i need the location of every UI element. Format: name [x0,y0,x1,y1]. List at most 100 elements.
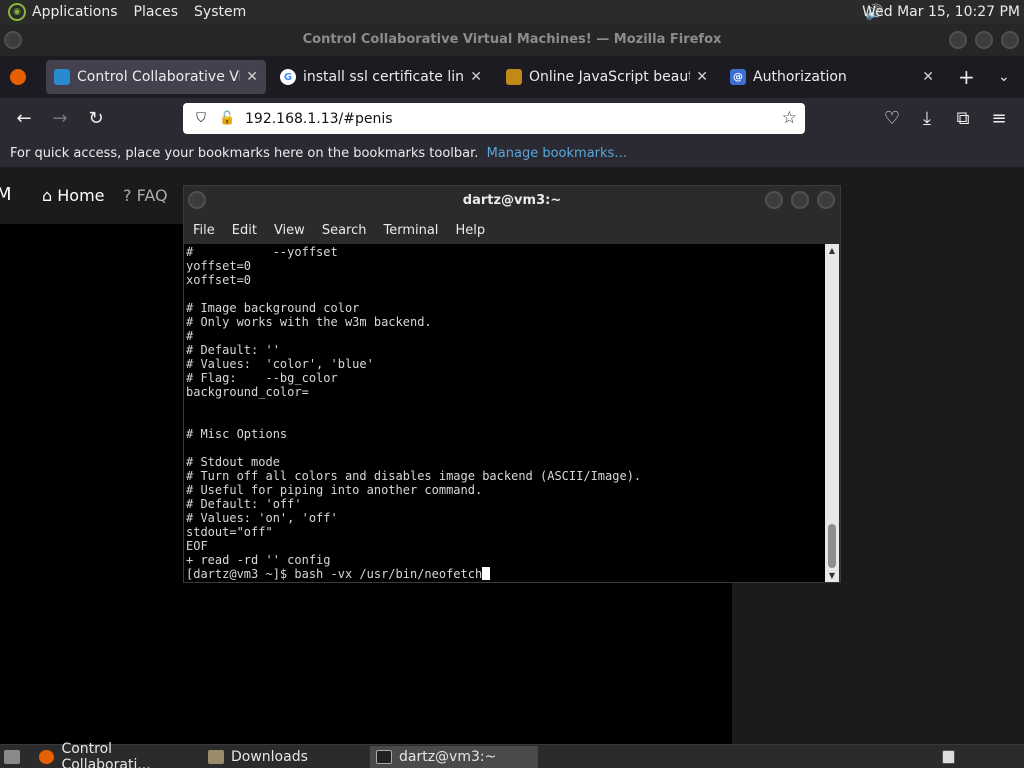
terminal-line: # [186,329,194,343]
taskbar-terminal[interactable]: dartz@vm3:~ [370,746,538,768]
tab-control-vm[interactable]: Control Collaborative Virtua ✕ [46,60,266,94]
terminal-titlebar[interactable]: dartz@vm3:~ [184,186,840,216]
terminal-line: # Values: 'on', 'off' [186,511,338,525]
menu-view[interactable]: View [274,223,305,238]
tab-authorization[interactable]: @ Authorization ✕ [722,60,942,94]
question-icon: ? [123,186,132,205]
terminal-maximize-button[interactable] [791,191,809,209]
tab-ssl-search[interactable]: G install ssl certificate linux - G ✕ [272,60,490,94]
close-tab-icon[interactable]: ✕ [470,69,482,85]
bookmark-star-icon[interactable]: ☆ [782,108,797,128]
menu-search[interactable]: Search [322,223,367,238]
workspace-switcher[interactable] [936,746,962,768]
terminal-line: # Useful for piping into another command… [186,483,483,497]
terminal-icon [376,750,392,764]
home-label: Home [57,186,105,205]
close-tab-icon[interactable]: ✕ [696,69,708,85]
terminal-line: # Image background color [186,301,360,315]
applications-menu[interactable]: Applications [32,4,118,20]
close-window-button[interactable] [1001,31,1019,49]
menu-file[interactable]: File [193,223,215,238]
workspace-icon [942,750,955,764]
scroll-down-arrow-icon[interactable]: ▼ [825,571,839,580]
insecure-lock-icon[interactable]: 🔓 [219,111,235,127]
terminal-line: # Default: 'off' [186,497,302,511]
taskbar-label: dartz@vm3:~ [399,749,497,765]
places-menu[interactable]: Places [134,4,179,20]
tab-bar: Control Collaborative Virtua ✕ G install… [0,56,1024,98]
shield-icon[interactable]: ⛉ [193,111,209,127]
terminal-line: # Misc Options [186,427,288,441]
taskbar-downloads[interactable]: Downloads [202,746,366,768]
terminal-prompt: [dartz@vm3 ~]$ bash -vx /usr/bin/neofetc… [186,567,483,581]
bottom-taskbar: Control Collaborati... Downloads dartz@v… [0,741,1024,768]
system-menu[interactable]: System [194,4,246,20]
download-icon[interactable]: ⤓ [914,106,940,132]
faq-link[interactable]: ? FAQ [123,186,168,205]
terminal-line: yoffset=0 [186,259,252,273]
show-desktop-icon[interactable] [0,746,30,768]
url-bar[interactable]: ⛉ 🔓 192.168.1.13/#penis ☆ [183,103,805,134]
hamburger-menu-icon[interactable]: ≡ [986,106,1012,132]
beautifier-icon [506,69,522,85]
terminal-output[interactable]: # --yoffset yoffset=0 xoffset=0 # Image … [184,244,826,582]
close-tab-icon[interactable]: ✕ [922,69,934,85]
url-text[interactable]: 192.168.1.13/#penis [245,111,393,127]
manage-bookmarks-link[interactable]: Manage bookmarks… [487,146,628,161]
menu-terminal[interactable]: Terminal [383,223,438,238]
scrollbar-thumb[interactable] [828,524,836,568]
bookmarks-hint: For quick access, place your bookmarks h… [10,146,479,161]
terminal-line: # Values: 'color', 'blue' [186,357,374,371]
menu-edit[interactable]: Edit [232,223,257,238]
terminal-line: # Stdout mode [186,455,280,469]
close-tab-icon[interactable]: ✕ [246,69,258,85]
scroll-up-arrow-icon[interactable]: ▲ [825,246,839,255]
firefox-icon [39,750,55,764]
pocket-icon[interactable]: ♡ [879,106,905,132]
home-link[interactable]: ⌂ Home [42,186,105,205]
terminal-line: # Flag: --bg_color [186,371,338,385]
google-icon: G [280,69,296,85]
tab-label: Control Collaborative Virtua [77,69,240,85]
terminal-line: xoffset=0 [186,273,252,287]
clock[interactable]: Wed Mar 15, 10:27 PM [862,4,1020,20]
taskbar-label: Downloads [231,749,308,765]
terminal-close-button[interactable] [817,191,835,209]
extensions-icon[interactable]: ⧉ [950,106,976,132]
tab-js-beautifier[interactable]: Online JavaScript beautifier ✕ [498,60,716,94]
distro-logo-icon[interactable]: ◉ [8,3,26,21]
terminal-prompt-line[interactable]: [dartz@vm3 ~]$ bash -vx /usr/bin/neofetc… [186,567,824,581]
back-arrow-icon[interactable]: ← [11,106,37,132]
taskbar-firefox[interactable]: Control Collaborati... [33,741,201,768]
reload-icon[interactable]: ↻ [83,106,109,132]
minimize-button[interactable] [949,31,967,49]
maximize-button[interactable] [975,31,993,49]
window-title: Control Collaborative Virtual Machines! … [302,32,722,47]
desktop-icon [4,750,20,764]
terminal-window: dartz@vm3:~ File Edit View Search Termin… [183,185,841,583]
new-tab-button[interactable]: + [950,60,978,94]
tab-list-chevron-icon[interactable]: ⌄ [990,60,1018,94]
folder-icon [208,750,224,764]
terminal-line: + read -rd '' config [186,553,331,567]
forward-arrow-icon[interactable]: → [47,106,73,132]
terminal-title: dartz@vm3:~ [462,193,562,208]
tab-label: Online JavaScript beautifier [529,69,691,85]
terminal-line: # Only works with the w3m backend. [186,315,432,329]
firefox-titlebar: Control Collaborative Virtual Machines! … [0,24,1024,56]
bookmarks-toolbar: For quick access, place your bookmarks h… [0,140,1024,168]
firefox-view-icon[interactable] [4,60,34,94]
home-icon: ⌂ [42,186,53,205]
taskbar-label: Control Collaborati... [61,741,151,768]
terminal-line: # Default: '' [186,343,280,357]
top-panel: ◉ Applications Places System 🔊 Wed Mar 1… [0,0,1024,24]
site-logo[interactable]: M [0,184,12,205]
terminal-line: EOF [186,539,208,553]
faq-label: FAQ [136,186,168,205]
terminal-minimize-button[interactable] [765,191,783,209]
terminal-scrollbar[interactable]: ▲ ▼ [825,244,839,582]
menu-help[interactable]: Help [455,223,485,238]
